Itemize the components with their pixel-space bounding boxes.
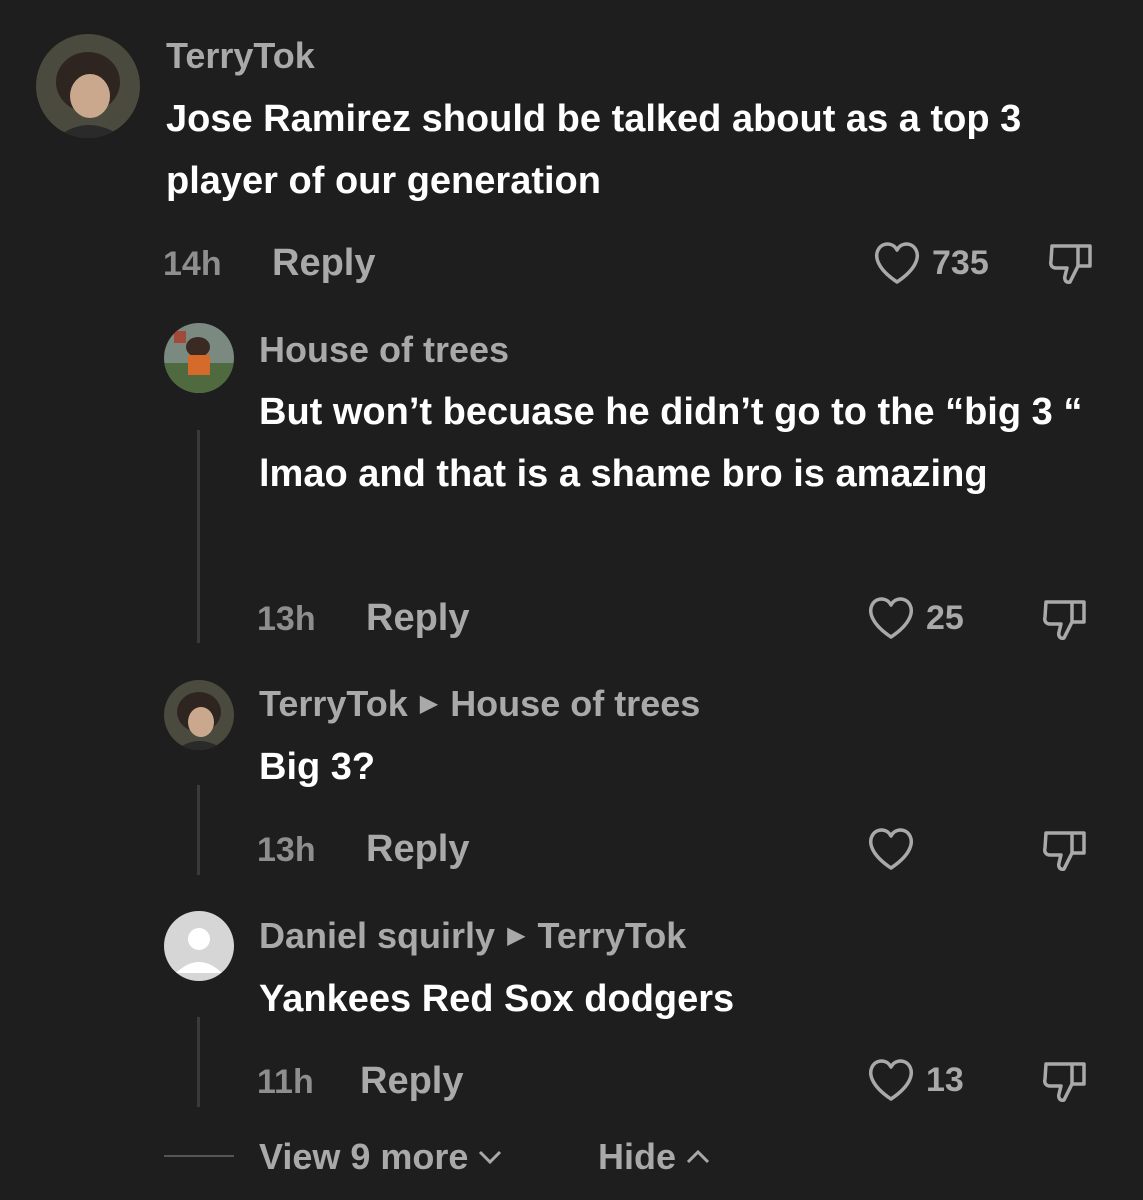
hide-label: Hide bbox=[598, 1136, 677, 1177]
reply-button[interactable]: Reply bbox=[366, 597, 469, 640]
reply-button[interactable]: Reply bbox=[272, 242, 375, 285]
like-button[interactable]: 25 bbox=[866, 595, 964, 641]
thread-line bbox=[197, 430, 200, 643]
dislike-button[interactable] bbox=[1040, 1058, 1090, 1111]
like-count: 25 bbox=[926, 598, 964, 637]
comment-username: Daniel squirly ▶ TerryTok bbox=[259, 916, 686, 956]
view-more-label: View 9 more bbox=[259, 1136, 469, 1177]
replied-to-user[interactable]: House of trees bbox=[450, 684, 700, 724]
reply-button[interactable]: Reply bbox=[360, 1060, 463, 1103]
thread-line bbox=[197, 785, 200, 875]
heart-outline-icon bbox=[869, 597, 913, 639]
avatar[interactable] bbox=[164, 323, 234, 393]
dislike-button[interactable] bbox=[1040, 596, 1090, 649]
comment-username: TerryTok ▶ House of trees bbox=[259, 684, 700, 724]
default-avatar-icon bbox=[164, 911, 234, 981]
comment-text: Big 3? bbox=[259, 746, 376, 788]
heart-outline-icon bbox=[875, 242, 919, 284]
comment-author[interactable]: TerryTok bbox=[259, 684, 408, 724]
avatar[interactable] bbox=[164, 911, 234, 981]
caret-right-icon: ▶ bbox=[419, 690, 439, 717]
like-button[interactable] bbox=[866, 826, 926, 872]
comment-text: Yankees Red Sox dodgers bbox=[259, 978, 735, 1020]
chevron-up-icon bbox=[686, 1149, 710, 1164]
heart-outline-icon bbox=[869, 828, 913, 870]
thread-line bbox=[197, 1017, 200, 1107]
chevron-down-icon bbox=[479, 1150, 502, 1165]
comment-timestamp: 13h bbox=[257, 831, 316, 869]
avatar[interactable] bbox=[164, 680, 234, 750]
hide-replies-button[interactable]: Hide bbox=[598, 1136, 712, 1178]
comment-username[interactable]: House of trees bbox=[259, 330, 509, 370]
thumbs-down-icon bbox=[1043, 831, 1086, 871]
like-count: 735 bbox=[932, 243, 989, 282]
heart-outline-icon bbox=[869, 1059, 913, 1101]
like-button[interactable]: 735 bbox=[872, 240, 989, 286]
replied-to-user[interactable]: TerryTok bbox=[538, 916, 687, 956]
avatar[interactable] bbox=[36, 34, 140, 138]
thumbs-down-icon bbox=[1049, 244, 1092, 284]
dislike-button[interactable] bbox=[1046, 240, 1096, 293]
thumbs-down-icon bbox=[1043, 600, 1086, 640]
view-more-replies-button[interactable]: View 9 more bbox=[259, 1136, 504, 1178]
like-button[interactable]: 13 bbox=[866, 1057, 964, 1103]
comment-timestamp: 13h bbox=[257, 600, 316, 638]
comment-timestamp: 11h bbox=[257, 1063, 314, 1101]
dislike-button[interactable] bbox=[1040, 827, 1090, 880]
like-count: 13 bbox=[926, 1060, 964, 1099]
footer-divider bbox=[164, 1155, 234, 1157]
reply-button[interactable]: Reply bbox=[366, 828, 469, 871]
thumbs-down-icon bbox=[1043, 1062, 1086, 1102]
comment-timestamp: 14h bbox=[163, 245, 222, 283]
caret-right-icon: ▶ bbox=[507, 922, 526, 949]
comment-author[interactable]: Daniel squirly bbox=[259, 916, 495, 956]
comment-text: But won’t becuase he didn’t go to the “b… bbox=[259, 391, 1083, 495]
comment-username[interactable]: TerryTok bbox=[166, 36, 315, 76]
comment-text: Jose Ramirez should be talked about as a… bbox=[166, 98, 1022, 202]
